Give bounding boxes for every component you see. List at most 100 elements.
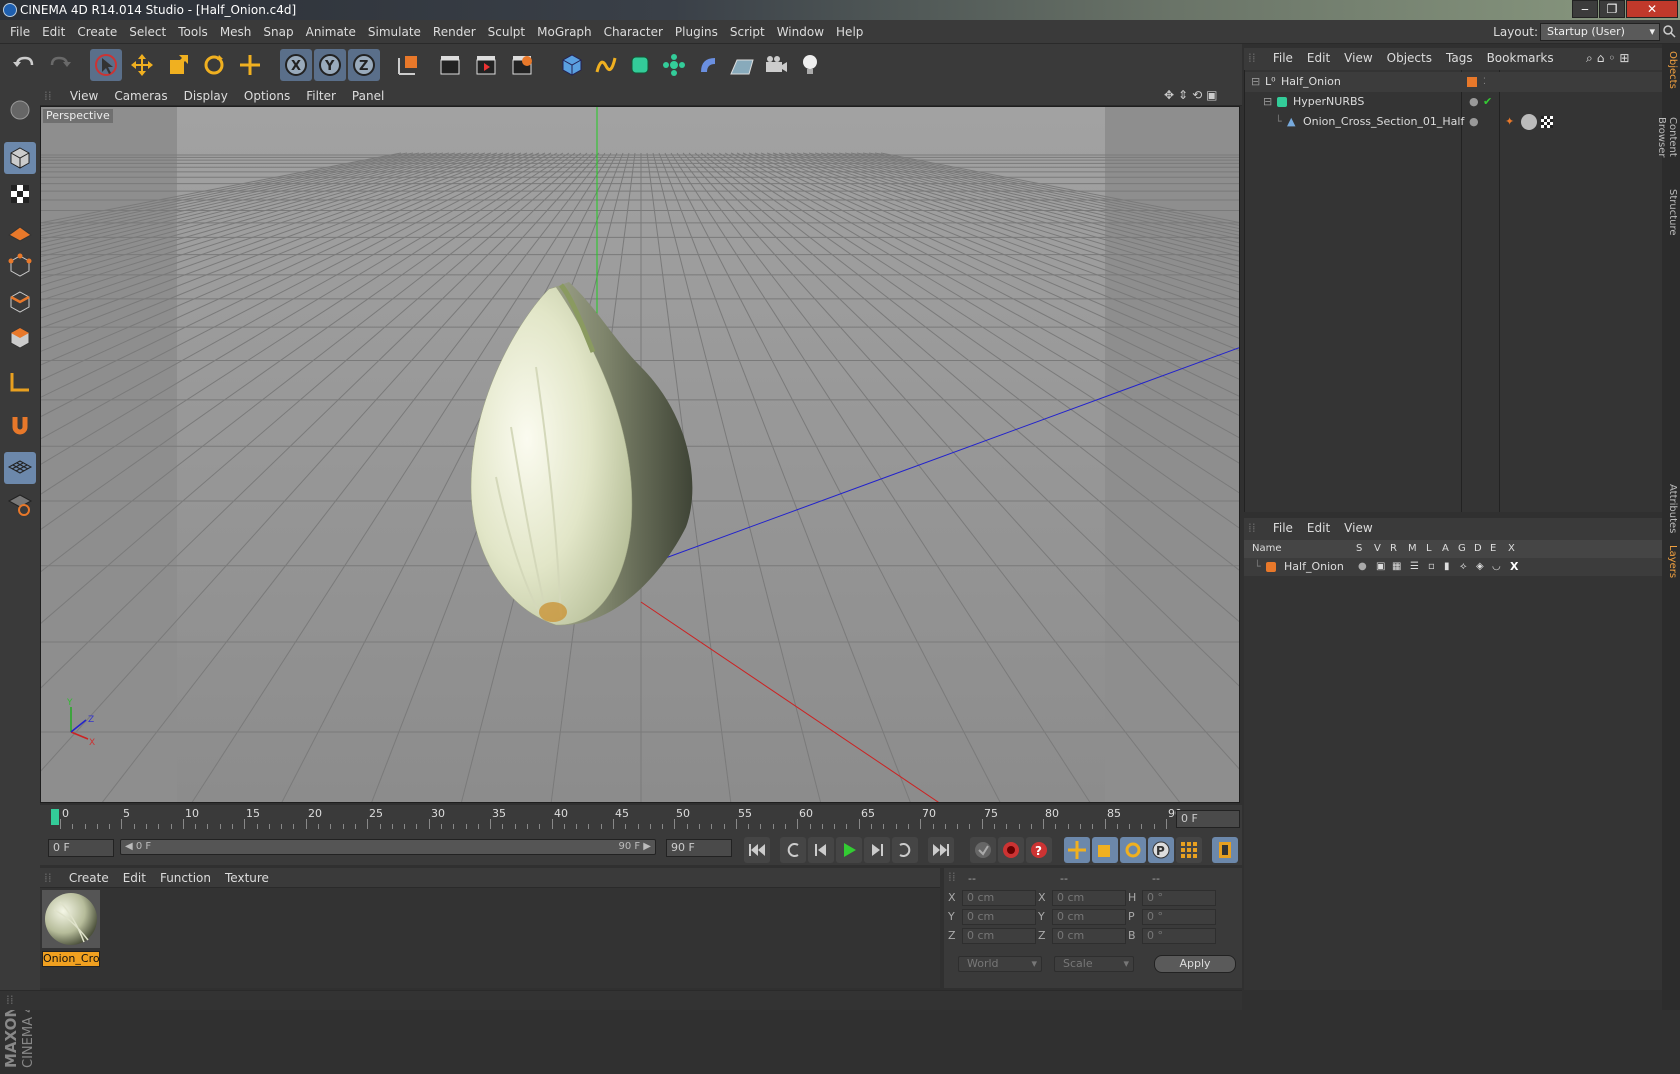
texture-tag-icon[interactable] bbox=[1541, 116, 1553, 128]
recent-tool-icon[interactable] bbox=[234, 49, 266, 81]
side-tab-layers[interactable]: Layers bbox=[1664, 540, 1678, 584]
move-icon[interactable] bbox=[126, 49, 158, 81]
side-tab-attributes[interactable]: Attributes bbox=[1664, 484, 1678, 534]
layer-column-g[interactable]: G bbox=[1458, 543, 1466, 554]
size-mode-dropdown[interactable]: Scale ▾ bbox=[1054, 956, 1134, 972]
edges-mode-icon[interactable] bbox=[4, 286, 36, 318]
close-button[interactable]: ✕ bbox=[1626, 0, 1678, 18]
visibility-dots-icon[interactable]: ⁚ bbox=[1483, 72, 1486, 92]
z-axis-lock-icon[interactable]: Z bbox=[348, 49, 380, 81]
render-settings-icon[interactable] bbox=[506, 49, 538, 81]
x-axis-lock-icon[interactable]: X bbox=[280, 49, 312, 81]
locked-icon[interactable]: ▫ bbox=[1428, 558, 1435, 576]
key-pla-icon[interactable] bbox=[1176, 837, 1202, 863]
layer-column-name[interactable]: Name bbox=[1252, 543, 1282, 554]
restore-button[interactable]: ❐ bbox=[1599, 0, 1625, 18]
object-menu-objects[interactable]: Objects bbox=[1380, 48, 1439, 68]
coord-value-field[interactable]: 0 cm bbox=[1052, 909, 1126, 925]
material-menu-function[interactable]: Function bbox=[153, 868, 218, 888]
layer-column-x[interactable]: X bbox=[1508, 543, 1515, 554]
keyframe-selection-icon[interactable]: ? bbox=[1026, 837, 1052, 863]
workplane-lock-icon[interactable] bbox=[4, 452, 36, 484]
visibility-dots-icon[interactable]: ● bbox=[1469, 112, 1479, 132]
layer-column-a[interactable]: A bbox=[1442, 543, 1449, 554]
timeline-layout-icon[interactable] bbox=[1212, 837, 1238, 863]
redo-icon[interactable] bbox=[44, 49, 76, 81]
coord-value-field[interactable]: 0 ° bbox=[1142, 909, 1216, 925]
current-frame-field[interactable]: 0 F bbox=[1176, 810, 1240, 828]
menu-edit[interactable]: Edit bbox=[36, 20, 71, 44]
spline-icon[interactable] bbox=[590, 49, 622, 81]
coordinate-system-icon[interactable] bbox=[392, 49, 424, 81]
menu-mesh[interactable]: Mesh bbox=[214, 20, 258, 44]
render-picture-viewer-icon[interactable] bbox=[470, 49, 502, 81]
coord-value-field[interactable]: 0 cm bbox=[962, 928, 1036, 944]
record-keys-icon[interactable] bbox=[970, 837, 996, 863]
menu-window[interactable]: Window bbox=[771, 20, 830, 44]
cube-object-icon[interactable] bbox=[556, 49, 588, 81]
menu-plugins[interactable]: Plugins bbox=[669, 20, 724, 44]
go-to-end-icon[interactable] bbox=[928, 837, 954, 863]
object-menu-view[interactable]: View bbox=[1337, 48, 1379, 68]
layer-color-swatch[interactable] bbox=[1266, 562, 1276, 572]
enabled-check-icon[interactable]: ✔ bbox=[1483, 92, 1492, 112]
viewport-menu-options[interactable]: Options bbox=[236, 86, 298, 106]
nurbs-icon[interactable] bbox=[624, 49, 656, 81]
layer-column-l[interactable]: L bbox=[1426, 543, 1432, 554]
workplane-mode-icon[interactable] bbox=[4, 214, 36, 246]
material-menu-edit[interactable]: Edit bbox=[116, 868, 153, 888]
undo-icon[interactable] bbox=[8, 49, 40, 81]
menu-character[interactable]: Character bbox=[598, 20, 669, 44]
coord-value-field[interactable]: 0 cm bbox=[1052, 890, 1126, 906]
start-frame-field[interactable]: 0 F bbox=[48, 839, 114, 857]
workplane-snap-icon[interactable] bbox=[4, 488, 36, 520]
generators-icon[interactable]: ⟡ bbox=[1460, 558, 1467, 576]
coord-value-field[interactable]: 0 cm bbox=[1052, 928, 1126, 944]
timeline-ruler[interactable]: 0 5 10 15 20 25 30 35 40 45 50 55 60 65 70 75 80 85 90 0 F bbox=[40, 805, 1242, 833]
layer-menu-file[interactable]: File bbox=[1266, 518, 1300, 538]
expressions-icon[interactable]: ◡ bbox=[1492, 558, 1501, 576]
material-menu-texture[interactable]: Texture bbox=[218, 868, 276, 888]
layer-menu-edit[interactable]: Edit bbox=[1300, 518, 1337, 538]
object-menu-file[interactable]: File bbox=[1266, 48, 1300, 68]
layer-column-d[interactable]: D bbox=[1474, 543, 1482, 554]
side-tab-objects[interactable]: Objects bbox=[1664, 48, 1678, 92]
3d-viewport[interactable]: Y Z X Perspective bbox=[40, 106, 1240, 803]
object-row[interactable]: ⊟ L⁰ Half_Onion ⁚ bbox=[1245, 72, 1663, 92]
viewport-menu-display[interactable]: Display bbox=[176, 86, 236, 106]
render-view-icon[interactable] bbox=[434, 49, 466, 81]
make-editable-icon[interactable] bbox=[4, 94, 36, 126]
layer-menu-view[interactable]: View bbox=[1337, 518, 1379, 538]
frame-ruler[interactable]: 0 5 10 15 20 25 30 35 40 45 50 55 60 65 70 75 80 85 90 bbox=[50, 807, 1182, 831]
y-axis-lock-icon[interactable]: Y bbox=[314, 49, 346, 81]
menu-create[interactable]: Create bbox=[71, 20, 123, 44]
floor-icon[interactable] bbox=[726, 49, 758, 81]
polygons-mode-icon[interactable] bbox=[4, 322, 36, 354]
coord-value-field[interactable]: 0 cm bbox=[962, 890, 1036, 906]
object-menu-tags[interactable]: Tags bbox=[1439, 48, 1480, 68]
axis-mode-icon[interactable] bbox=[4, 366, 36, 398]
material-swatch[interactable]: Onion_Cro bbox=[42, 890, 100, 967]
layout-dropdown[interactable]: Startup (User) ▾ bbox=[1540, 23, 1660, 41]
viewport-menu-filter[interactable]: Filter bbox=[298, 86, 344, 106]
key-position-icon[interactable] bbox=[1064, 837, 1090, 863]
search-icon[interactable] bbox=[1662, 24, 1676, 38]
points-mode-icon[interactable] bbox=[4, 250, 36, 282]
menu-mograph[interactable]: MoGraph bbox=[531, 20, 598, 44]
viewport-menu-view[interactable]: View bbox=[62, 86, 106, 106]
view-icon[interactable]: ▣ bbox=[1376, 558, 1385, 576]
end-frame-field[interactable]: 90 F bbox=[666, 839, 732, 857]
minimize-button[interactable]: ‒ bbox=[1572, 0, 1598, 18]
array-icon[interactable] bbox=[658, 49, 690, 81]
menu-render[interactable]: Render bbox=[427, 20, 482, 44]
manager-icon[interactable]: ☰ bbox=[1410, 558, 1419, 576]
rotate-icon[interactable] bbox=[198, 49, 230, 81]
playhead-marker[interactable] bbox=[51, 809, 59, 825]
live-selection-icon[interactable] bbox=[90, 49, 122, 81]
object-menu-bookmarks[interactable]: Bookmarks bbox=[1480, 48, 1561, 68]
previous-frame-icon[interactable] bbox=[808, 837, 834, 863]
play-icon[interactable] bbox=[836, 837, 862, 863]
viewport-menu-panel[interactable]: Panel bbox=[344, 86, 392, 106]
object-manager-nav-icons[interactable]: ⌕⌂◦⊞ bbox=[1586, 51, 1656, 67]
material-menu-create[interactable]: Create bbox=[62, 868, 116, 888]
